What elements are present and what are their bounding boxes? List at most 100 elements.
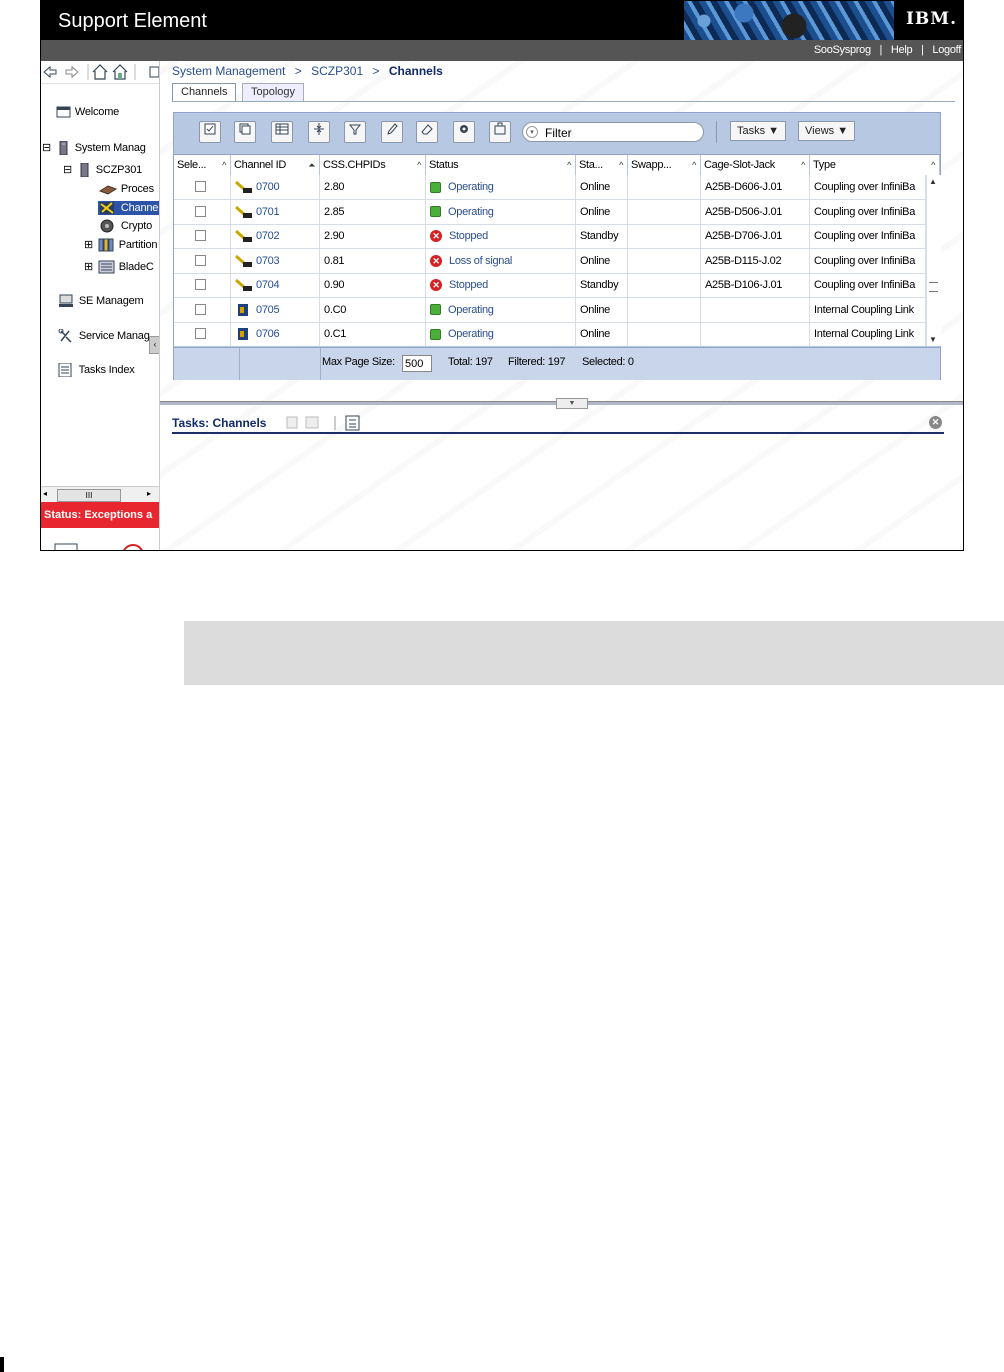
- table-row[interactable]: 0702 2.90 ✕ Stopped Standby A25B-D706-J.01 Cou…: [174, 224, 926, 249]
- back-arrow-icon[interactable]: [43, 65, 57, 79]
- sort-icon[interactable]: ^: [801, 155, 805, 175]
- channel-id-link[interactable]: 0701: [256, 206, 280, 218]
- status-link[interactable]: Operating: [448, 181, 494, 193]
- filter-rows-button[interactable]: [344, 121, 366, 143]
- pane-splitter[interactable]: ▼: [160, 398, 963, 409]
- forward-arrow-icon[interactable]: [65, 65, 79, 79]
- splitter-handle-icon[interactable]: ▼: [556, 398, 588, 409]
- channel-id-link[interactable]: 0705: [256, 304, 280, 316]
- table-vertical-scrollbar[interactable]: ▲ ▼: [926, 175, 941, 346]
- erase-button[interactable]: [416, 121, 438, 143]
- collapse-icon[interactable]: ⊟: [42, 142, 51, 154]
- tasks-list-icon[interactable]: [345, 415, 360, 431]
- collapse-icon[interactable]: ⊟: [63, 164, 72, 176]
- column-header-status[interactable]: Status ^: [426, 155, 576, 175]
- scroll-left-icon[interactable]: ◂: [43, 489, 47, 498]
- table-row[interactable]: 0703 0.81 ✕ Loss of signal Online A25B-D115-J…: [174, 248, 926, 274]
- sort-icon[interactable]: ^: [567, 155, 571, 175]
- breadcrumb-system-management[interactable]: System Management: [172, 64, 285, 78]
- configure-columns-button[interactable]: [453, 121, 475, 143]
- tab-topology[interactable]: Topology: [242, 83, 305, 101]
- filter-input[interactable]: [543, 125, 697, 141]
- table-row[interactable]: 0704 0.90 ✕ Stopped Standby A25B-D106-J.01 Cou…: [174, 273, 926, 298]
- nav-tasks-index[interactable]: Tasks Index: [58, 363, 135, 377]
- status-link[interactable]: Operating: [448, 304, 494, 316]
- deselect-all-button[interactable]: [234, 121, 256, 143]
- status-link[interactable]: Stopped: [449, 230, 488, 242]
- nav-crypto[interactable]: Crypto: [98, 219, 152, 233]
- nav-bladecenter[interactable]: ⊞ BladeC: [84, 260, 154, 274]
- sort-icon[interactable]: ^: [619, 155, 623, 175]
- logoff-link[interactable]: Logoff: [932, 44, 961, 56]
- row-checkbox[interactable]: [195, 230, 206, 241]
- sort-icon[interactable]: ^: [222, 155, 226, 175]
- nav-system-management[interactable]: ⊟ System Manag: [42, 141, 146, 156]
- nav-sczp301[interactable]: ⊟ SCZP301: [63, 163, 142, 178]
- settings-button[interactable]: [489, 121, 511, 143]
- user-name[interactable]: SooSysprog: [814, 44, 871, 56]
- select-all-button[interactable]: [199, 121, 221, 143]
- nav-partitions[interactable]: ⊞ Partition: [84, 238, 158, 252]
- status-exceptions-bar[interactable]: Status: Exceptions a: [41, 502, 159, 528]
- column-header-channel-id[interactable]: Channel ID ⏶: [231, 155, 320, 175]
- expand-rows-button[interactable]: [308, 121, 330, 143]
- help-link[interactable]: Help: [891, 44, 913, 56]
- scroll-right-icon[interactable]: ▸: [147, 489, 151, 498]
- row-checkbox[interactable]: [195, 279, 206, 290]
- channel-id-link[interactable]: 0706: [256, 328, 280, 340]
- status-link[interactable]: Stopped: [449, 279, 488, 291]
- column-header-cage-slot-jack[interactable]: Cage-Slot-Jack ^: [701, 155, 810, 175]
- status-link[interactable]: Loss of signal: [449, 255, 512, 267]
- filter-field[interactable]: ▾: [522, 122, 704, 142]
- sort-ascending-icon[interactable]: ⏶: [308, 155, 315, 175]
- status-link[interactable]: Operating: [448, 206, 494, 218]
- channel-id-link[interactable]: 0704: [256, 279, 280, 291]
- column-header-css-chpids[interactable]: CSS.CHPIDs ^: [320, 155, 426, 175]
- status-link[interactable]: Operating: [448, 328, 494, 340]
- row-checkbox[interactable]: [195, 328, 206, 339]
- nav-channels[interactable]: Channe: [98, 201, 159, 215]
- tasks-expand-icon[interactable]: [305, 416, 319, 429]
- home-alt-icon[interactable]: [112, 64, 128, 80]
- column-header-swapped[interactable]: Swapp... ^: [628, 155, 701, 175]
- table-row[interactable]: 0701 2.85 Operating Online A25B-D506-J.01 Cou…: [174, 199, 926, 225]
- scroll-down-icon[interactable]: ▼: [929, 335, 937, 344]
- row-checkbox[interactable]: [195, 205, 206, 217]
- close-icon[interactable]: ✕: [929, 416, 942, 429]
- column-header-state[interactable]: Sta... ^: [576, 155, 628, 175]
- nav-service-management[interactable]: Service Manag: [58, 329, 150, 343]
- sort-icon[interactable]: ^: [931, 155, 935, 175]
- tab-channels[interactable]: Channels: [172, 83, 237, 101]
- scroll-grip-icon[interactable]: [929, 282, 938, 292]
- column-header-type[interactable]: Type ^: [810, 155, 940, 175]
- channel-id-link[interactable]: 0700: [256, 181, 280, 193]
- tree-icon[interactable]: [149, 66, 159, 78]
- max-page-size-input[interactable]: [402, 355, 432, 372]
- expand-icon[interactable]: ⊞: [84, 261, 93, 273]
- nav-processors[interactable]: Proces: [98, 183, 154, 195]
- collapse-nav-button[interactable]: ‹: [149, 336, 159, 354]
- table-row[interactable]: 0700 2.80 Operating Online A25B-D606-J.01 Cou…: [174, 175, 926, 200]
- breadcrumb-sczp301[interactable]: SCZP301: [311, 64, 363, 78]
- filter-dropdown-icon[interactable]: ▾: [526, 126, 538, 138]
- row-checkbox[interactable]: [195, 181, 206, 192]
- table-view-button[interactable]: [271, 121, 293, 143]
- channel-id-link[interactable]: 0702: [256, 230, 280, 242]
- row-checkbox[interactable]: [195, 254, 206, 266]
- nav-se-management[interactable]: SE Managem: [58, 294, 144, 308]
- row-checkbox[interactable]: [195, 303, 206, 315]
- nav-horizontal-scrollbar[interactable]: ◂ III ▸: [41, 486, 159, 503]
- scroll-up-icon[interactable]: ▲: [929, 177, 937, 186]
- sort-icon[interactable]: ^: [417, 155, 421, 175]
- channel-id-link[interactable]: 0703: [256, 255, 280, 267]
- nav-welcome[interactable]: Welcome: [56, 106, 119, 118]
- table-row[interactable]: 0705 0.C0 Operating Online Internal Coupling…: [174, 297, 926, 323]
- home-icon[interactable]: [92, 64, 108, 80]
- tasks-collapse-icon[interactable]: [286, 416, 298, 429]
- scroll-thumb[interactable]: III: [57, 489, 121, 502]
- table-row[interactable]: 0706 0.C1 Operating Online Internal Coupling…: [174, 322, 926, 346]
- views-menu-button[interactable]: Views ▼: [798, 121, 856, 141]
- sort-icon[interactable]: ^: [692, 155, 696, 175]
- column-header-select[interactable]: Sele... ^: [174, 155, 231, 175]
- tasks-menu-button[interactable]: Tasks ▼: [730, 121, 787, 141]
